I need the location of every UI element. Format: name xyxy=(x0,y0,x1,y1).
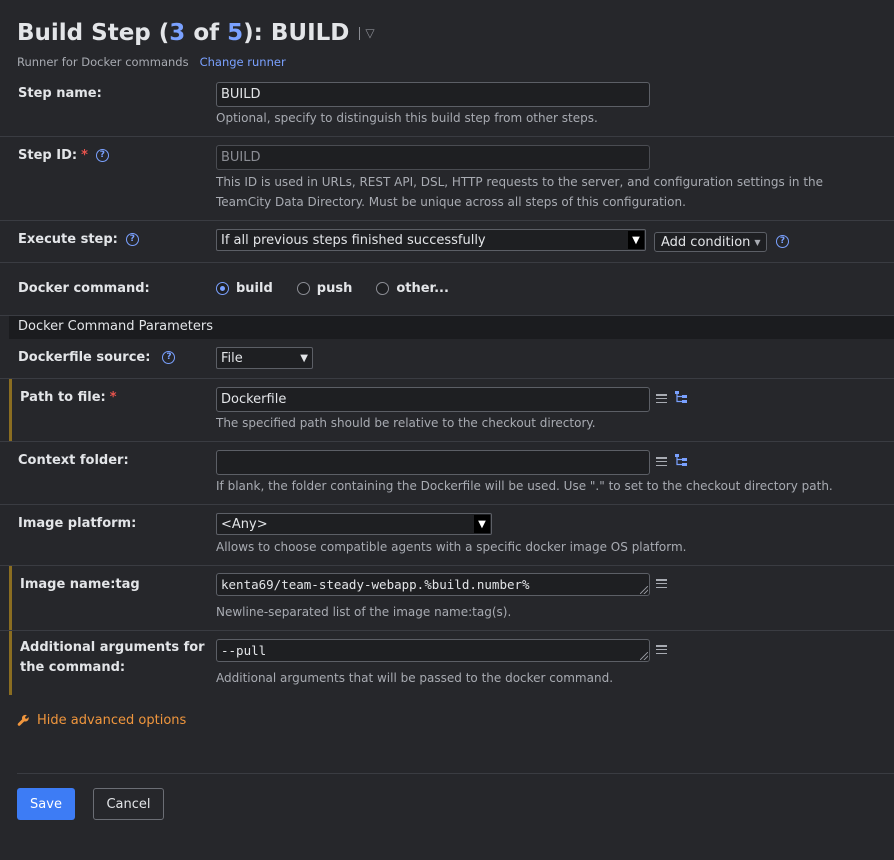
required-marker: * xyxy=(81,148,88,163)
dropdown-arrow-icon: ▼ xyxy=(474,515,490,533)
text-editor-icon[interactable] xyxy=(656,394,667,403)
page-title: Build Step (3 of 5): BUILD ▽ xyxy=(17,20,375,46)
step-switcher-dropdown[interactable]: ▽ xyxy=(359,26,375,40)
image-name-tag-textarea[interactable]: kenta69/team-steady-webapp.%build.number… xyxy=(216,573,650,596)
step-total: 5 xyxy=(227,20,244,46)
step-id-row: Step ID: *? BUILD This ID is used in URLs… xyxy=(0,137,894,221)
docker-command-label: Docker command: xyxy=(18,281,150,296)
help-icon[interactable]: ? xyxy=(95,149,109,162)
context-folder-note: If blank, the folder containing the Dock… xyxy=(216,479,833,493)
radio-build[interactable]: build xyxy=(216,281,273,296)
context-folder-row: Context folder: If blank, the folder con… xyxy=(0,442,894,505)
step-id-input: BUILD xyxy=(216,145,650,170)
additional-arguments-textarea[interactable]: --pull xyxy=(216,639,650,662)
image-name-tag-note: Newline-separated list of the image name… xyxy=(216,605,512,619)
chevron-down-icon: ▼ xyxy=(300,352,308,364)
image-platform-note: Allows to choose compatible agents with … xyxy=(216,540,687,554)
step-name-note: Optional, specify to distinguish this bu… xyxy=(216,111,598,125)
footer-divider xyxy=(17,773,894,774)
help-icon[interactable]: ? xyxy=(776,235,789,248)
required-marker: * xyxy=(109,390,117,405)
step-name-row: Step name: BUILD Optional, specify to di… xyxy=(0,76,894,137)
dropdown-arrow-icon: ▼ xyxy=(628,231,644,249)
radio-other[interactable]: other... xyxy=(376,281,449,296)
text-editor-icon[interactable] xyxy=(656,457,667,466)
step-id-note: This ID is used in URLs, REST API, DSL, … xyxy=(216,175,824,209)
docker-command-row: Docker command: build push other... xyxy=(0,263,894,316)
step-name-input[interactable]: BUILD xyxy=(216,82,650,107)
image-platform-select[interactable]: <Any> ▼ xyxy=(216,513,492,535)
change-runner-link[interactable]: Change runner xyxy=(200,55,286,69)
path-to-file-input[interactable]: Dockerfile xyxy=(216,387,650,412)
image-platform-row: Image platform: <Any> ▼ Allows to choose… xyxy=(0,505,894,566)
additional-arguments-label: Additional arguments for the command: xyxy=(20,640,205,675)
caret-down-icon: ▼ xyxy=(754,237,761,247)
execute-step-label: Execute step:? xyxy=(18,232,139,247)
path-to-file-label: Path to file: * xyxy=(20,390,117,405)
resize-grip-icon[interactable] xyxy=(640,652,648,660)
image-platform-label: Image platform: xyxy=(18,516,137,531)
text-editor-icon[interactable] xyxy=(656,579,667,588)
execute-step-row: Execute step:? If all previous steps fin… xyxy=(0,221,894,263)
path-to-file-note: The specified path should be relative to… xyxy=(216,416,596,430)
docker-command-radio-group: build push other... xyxy=(216,281,449,296)
dockerfile-source-row: Dockerfile source:? File ▼ xyxy=(0,339,894,379)
hide-advanced-options-link[interactable]: Hide advanced options xyxy=(17,713,186,728)
vcs-tree-icon[interactable] xyxy=(674,390,688,404)
vcs-tree-icon[interactable] xyxy=(674,453,688,467)
step-name-label: Step name: xyxy=(18,86,102,101)
runner-description: Runner for Docker commands xyxy=(17,55,189,69)
add-condition-button[interactable]: Add condition ▼ xyxy=(654,232,767,252)
additional-arguments-note: Additional arguments that will be passed… xyxy=(216,671,614,685)
image-name-tag-label: Image name:tag xyxy=(20,577,140,592)
path-to-file-row: Path to file: * Dockerfile The specified … xyxy=(0,379,894,442)
text-editor-icon[interactable] xyxy=(656,645,667,654)
dockerfile-source-label: Dockerfile source:? xyxy=(18,350,176,365)
help-icon[interactable]: ? xyxy=(162,351,176,364)
image-name-tag-row: Image name:tag kenta69/team-steady-webap… xyxy=(0,566,894,631)
context-folder-input[interactable] xyxy=(216,450,650,475)
page-header: Build Step (3 of 5): BUILD ▽ Runner for … xyxy=(17,16,894,69)
step-id-label: Step ID: *? xyxy=(18,148,109,163)
context-folder-label: Context folder: xyxy=(18,453,129,468)
step-current: 3 xyxy=(169,20,186,46)
additional-arguments-row: Additional arguments for the command: --… xyxy=(0,631,894,695)
radio-push[interactable]: push xyxy=(296,281,352,296)
resize-grip-icon[interactable] xyxy=(640,586,648,594)
dockerfile-source-select[interactable]: File ▼ xyxy=(216,347,313,369)
cancel-button[interactable]: Cancel xyxy=(93,788,164,820)
section-docker-command-parameters: Docker Command Parameters xyxy=(9,316,894,339)
help-icon[interactable]: ? xyxy=(125,233,139,246)
chevron-down-icon: ▽ xyxy=(365,26,375,40)
save-button[interactable]: Save xyxy=(17,788,75,820)
wrench-icon xyxy=(17,714,29,726)
execute-step-select[interactable]: If all previous steps finished successfu… xyxy=(216,229,646,251)
